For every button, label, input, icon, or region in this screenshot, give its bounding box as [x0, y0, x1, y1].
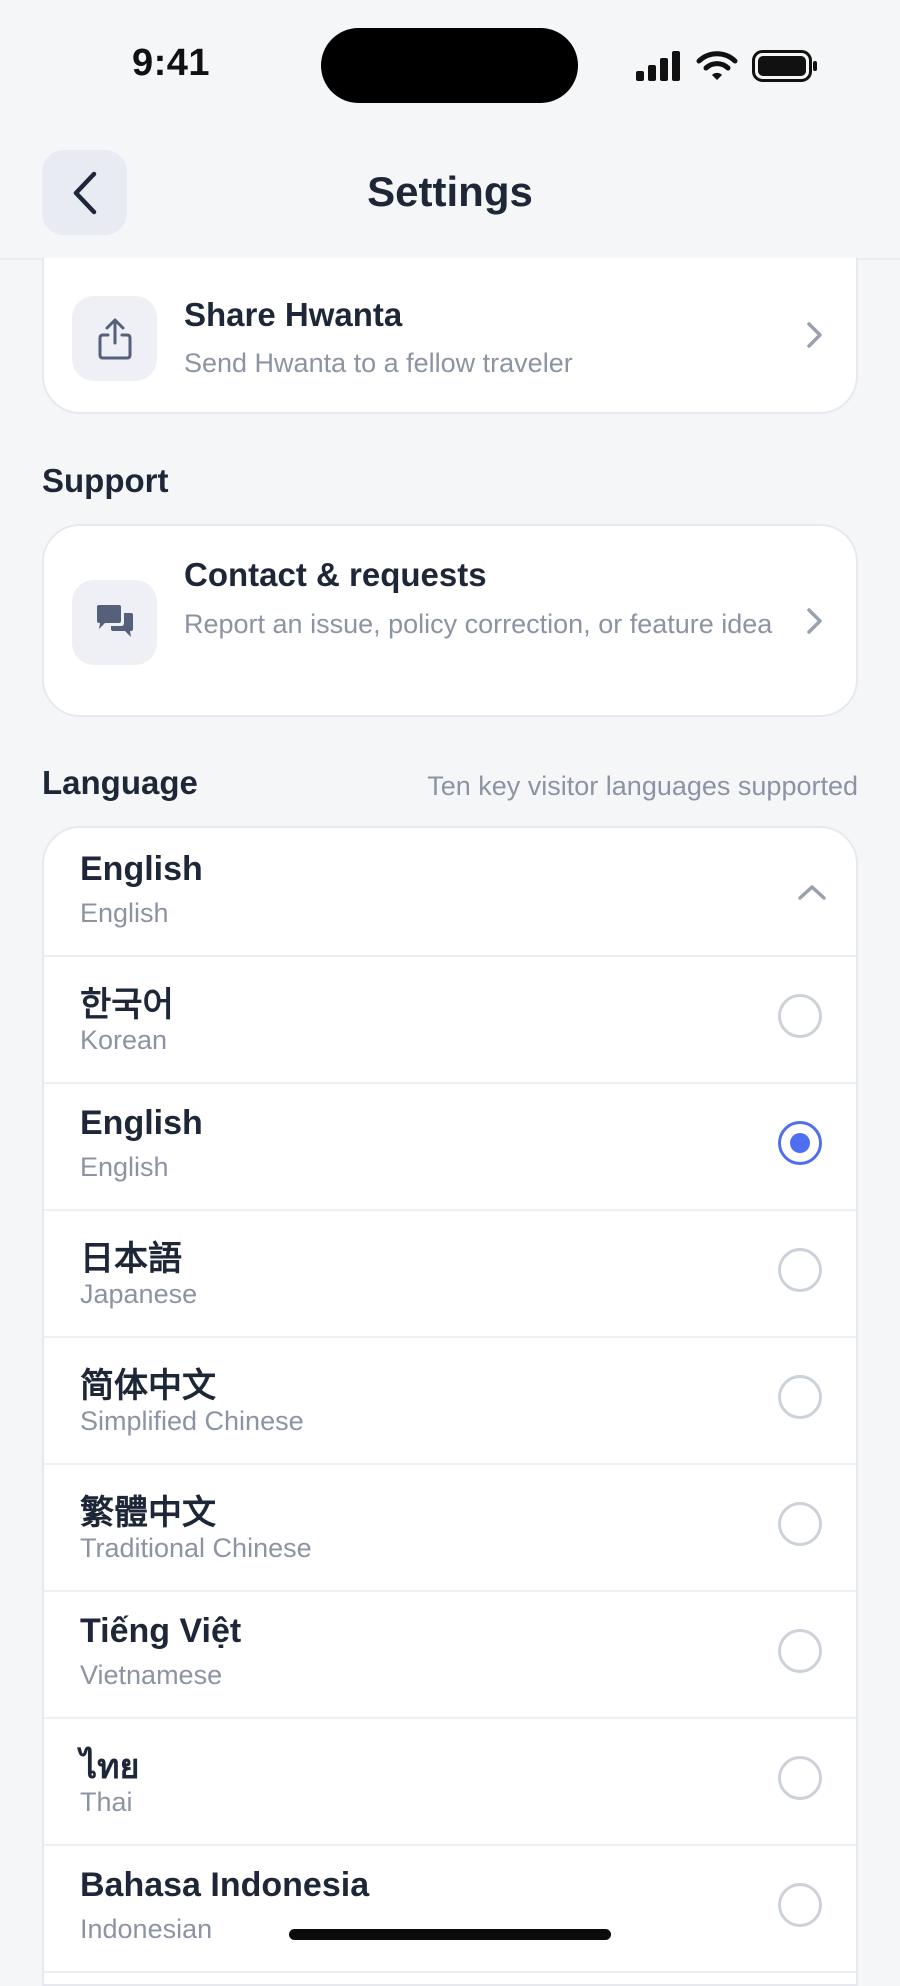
- language-native-name: English: [80, 1104, 203, 1142]
- chevron-right-icon: [807, 322, 822, 348]
- language-english-name: Japanese: [80, 1279, 198, 1309]
- home-indicator: [289, 1929, 611, 1940]
- status-time: 9:41: [132, 42, 211, 84]
- support-section-label: Support: [42, 462, 169, 499]
- language-native-name: 简体中文: [80, 1367, 216, 1405]
- language-option[interactable]: 繁體中文 Traditional Chinese: [44, 1463, 856, 1592]
- language-english-name: Vietnamese: [80, 1660, 223, 1690]
- language-radio-selected[interactable]: [778, 1121, 822, 1165]
- language-english-name: Korean: [80, 1025, 168, 1055]
- language-native-name: 繁體中文: [80, 1494, 216, 1532]
- language-dropdown-header[interactable]: English English: [44, 828, 856, 957]
- chevron-up-icon: [798, 885, 826, 900]
- language-option[interactable]: ไทย Thai: [44, 1717, 856, 1846]
- share-icon: [98, 318, 131, 359]
- language-option[interactable]: 日本語 Japanese: [44, 1209, 856, 1338]
- language-radio[interactable]: [778, 1375, 822, 1419]
- contact-title: Contact & requests: [184, 556, 487, 593]
- share-card[interactable]: Share Hwanta Send Hwanta to a fellow tra…: [42, 258, 858, 414]
- current-language-english: English: [80, 898, 169, 928]
- dynamic-island: [321, 28, 578, 103]
- language-radio[interactable]: [778, 994, 822, 1038]
- language-list: English English 한국어 Korean English Engli…: [42, 826, 858, 1986]
- share-subtitle: Send Hwanta to a fellow traveler: [184, 348, 573, 378]
- language-native-name: Tiếng Việt: [80, 1612, 242, 1650]
- language-native-name: 한국어: [80, 986, 174, 1024]
- language-radio[interactable]: [778, 1248, 822, 1292]
- chat-icon-container: [72, 580, 157, 665]
- contact-requests-card[interactable]: Contact & requests Report an issue, poli…: [42, 524, 858, 717]
- language-option[interactable]: Bahasa Indonesia Indonesian: [44, 1844, 856, 1973]
- language-option[interactable]: 한국어 Korean: [44, 955, 856, 1084]
- language-radio[interactable]: [778, 1756, 822, 1800]
- status-bar: 9:41: [0, 0, 900, 130]
- share-title: Share Hwanta: [184, 296, 403, 333]
- language-note: Ten key visitor languages supported: [427, 771, 858, 801]
- share-icon-container: [72, 296, 157, 381]
- language-english-name: Simplified Chinese: [80, 1406, 304, 1436]
- language-radio[interactable]: [778, 1883, 822, 1927]
- chat-bubbles-icon: [96, 604, 133, 637]
- language-native-name: ไทย: [80, 1748, 140, 1786]
- language-section-label: Language: [42, 764, 198, 801]
- language-english-name: English: [80, 1152, 169, 1182]
- wifi-icon: [696, 51, 738, 80]
- page-title: Settings: [367, 168, 533, 215]
- navigation-bar: Settings: [0, 130, 900, 260]
- chevron-right-icon: [807, 608, 822, 634]
- language-option[interactable]: 简体中文 Simplified Chinese: [44, 1336, 856, 1465]
- language-english-name: Traditional Chinese: [80, 1533, 312, 1563]
- language-radio[interactable]: [778, 1502, 822, 1546]
- language-native-name: Bahasa Indonesia: [80, 1866, 370, 1904]
- language-option[interactable]: English English: [44, 1082, 856, 1211]
- cellular-signal-icon: [636, 51, 680, 81]
- language-native-name: 日本語: [80, 1240, 182, 1278]
- language-radio[interactable]: [778, 1629, 822, 1673]
- language-english-name: Indonesian: [80, 1914, 213, 1944]
- status-icons: [636, 46, 818, 86]
- current-language-native: English: [80, 850, 203, 888]
- language-option[interactable]: Tiếng Việt Vietnamese: [44, 1590, 856, 1719]
- contact-subtitle: Report an issue, policy correction, or f…: [184, 609, 773, 639]
- battery-icon: [752, 50, 817, 82]
- language-english-name: Thai: [80, 1787, 133, 1817]
